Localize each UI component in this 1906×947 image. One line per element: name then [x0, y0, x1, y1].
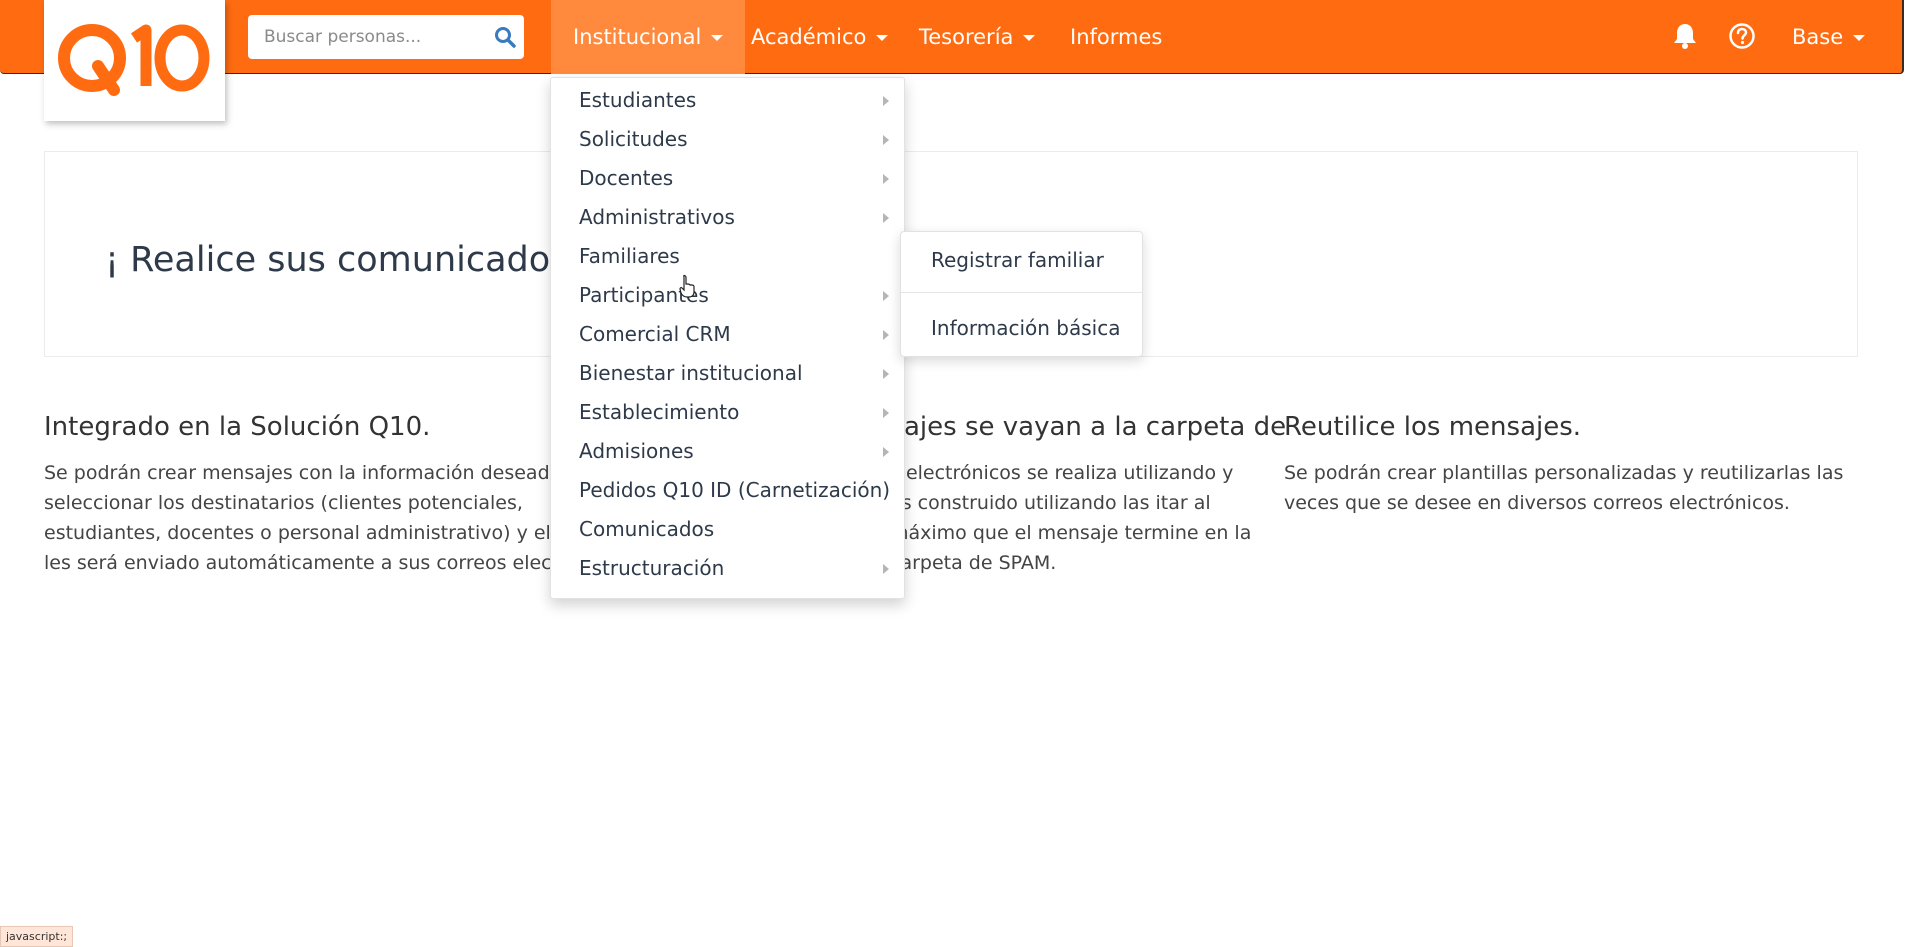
- submenu-divider: [901, 292, 1142, 293]
- q10-logo[interactable]: [44, 0, 225, 121]
- caret-right-icon: [883, 291, 889, 301]
- search-box: [248, 15, 524, 59]
- menu-item-comunicados[interactable]: Comunicados: [579, 510, 879, 549]
- feature-column-1: Integrado en la Solución Q10. Se podrán …: [44, 412, 584, 578]
- feature-title: Integrado en la Solución Q10.: [44, 412, 431, 442]
- caret-right-icon: [883, 330, 889, 340]
- menu-item-familiares[interactable]: Familiares: [579, 237, 879, 276]
- caret-right-icon: [883, 369, 889, 379]
- feature-text: Se podrán crear mensajes con la informac…: [44, 462, 576, 574]
- caret-down-icon: [711, 35, 724, 41]
- caret-right-icon: [883, 213, 889, 223]
- submenu-item-informacion-basica[interactable]: Información básica: [931, 316, 1120, 340]
- menu-item-admisiones[interactable]: Admisiones: [579, 432, 879, 471]
- question-circle-icon[interactable]: [1728, 22, 1756, 54]
- nav-informes[interactable]: Informes: [1070, 0, 1162, 74]
- user-menu-label: Base: [1792, 25, 1844, 49]
- menu-item-estructuracion[interactable]: Estructuración: [579, 549, 879, 588]
- menu-item-bienestar-institucional[interactable]: Bienestar institucional: [579, 354, 879, 393]
- menu-item-administrativos[interactable]: Administrativos: [579, 198, 879, 237]
- user-menu-base[interactable]: Base: [1792, 0, 1866, 74]
- top-navbar: Institucional Académico Tesorería Inform…: [0, 0, 1904, 121]
- nav-institucional-label: Institucional: [573, 25, 702, 49]
- menu-item-comercial-crm[interactable]: Comercial CRM: [579, 315, 879, 354]
- caret-down-icon: [1853, 35, 1866, 41]
- menu-item-estudiantes[interactable]: Estudiantes: [579, 81, 879, 120]
- caret-right-icon: [883, 447, 889, 457]
- nav-tesoreria-label: Tesorería: [919, 25, 1014, 49]
- search-icon[interactable]: [494, 26, 516, 52]
- bell-icon[interactable]: [1672, 22, 1698, 54]
- caret-right-icon: [883, 408, 889, 418]
- submenu-item-registrar-familiar[interactable]: Registrar familiar: [931, 248, 1104, 272]
- institucional-dropdown: Estudiantes Solicitudes Docentes Adminis…: [550, 77, 905, 599]
- caret-right-icon: [883, 174, 889, 184]
- feature-column-3: Reutilice los mensajes. Se podrán crear …: [1284, 412, 1844, 518]
- hand-pointer-icon: [679, 274, 697, 302]
- caret-down-icon: [876, 35, 889, 41]
- caret-right-icon: [883, 564, 889, 574]
- caret-down-icon: [1023, 35, 1036, 41]
- feature-title: ajes se vayan a la carpeta de: [904, 412, 1287, 442]
- nav-institucional[interactable]: Institucional: [551, 0, 746, 74]
- nav-academico-label: Académico: [751, 25, 867, 49]
- browser-status-bar: javascript:;: [0, 926, 74, 947]
- menu-item-establecimiento[interactable]: Establecimiento: [579, 393, 879, 432]
- feature-title: Reutilice los mensajes.: [1284, 412, 1582, 442]
- menu-item-docentes[interactable]: Docentes: [579, 159, 879, 198]
- nav-informes-label: Informes: [1070, 25, 1163, 49]
- q10-logo-mark: [58, 24, 210, 96]
- caret-right-icon: [883, 135, 889, 145]
- menu-item-pedidos-q10-id[interactable]: Pedidos Q10 ID (Carnetización): [579, 471, 890, 510]
- menu-item-participantes[interactable]: Participantes: [579, 276, 879, 315]
- hero-title: ¡ Realice sus comunicados d: [105, 240, 602, 280]
- nav-tesoreria[interactable]: Tesorería: [919, 0, 1036, 74]
- familiares-submenu: Registrar familiar Información básica: [900, 231, 1143, 357]
- menu-item-solicitudes[interactable]: Solicitudes: [579, 120, 879, 159]
- nav-academico[interactable]: Académico: [751, 0, 889, 74]
- search-input[interactable]: [248, 15, 484, 59]
- caret-right-icon: [883, 96, 889, 106]
- feature-text: Se podrán crear plantillas personalizada…: [1284, 462, 1844, 514]
